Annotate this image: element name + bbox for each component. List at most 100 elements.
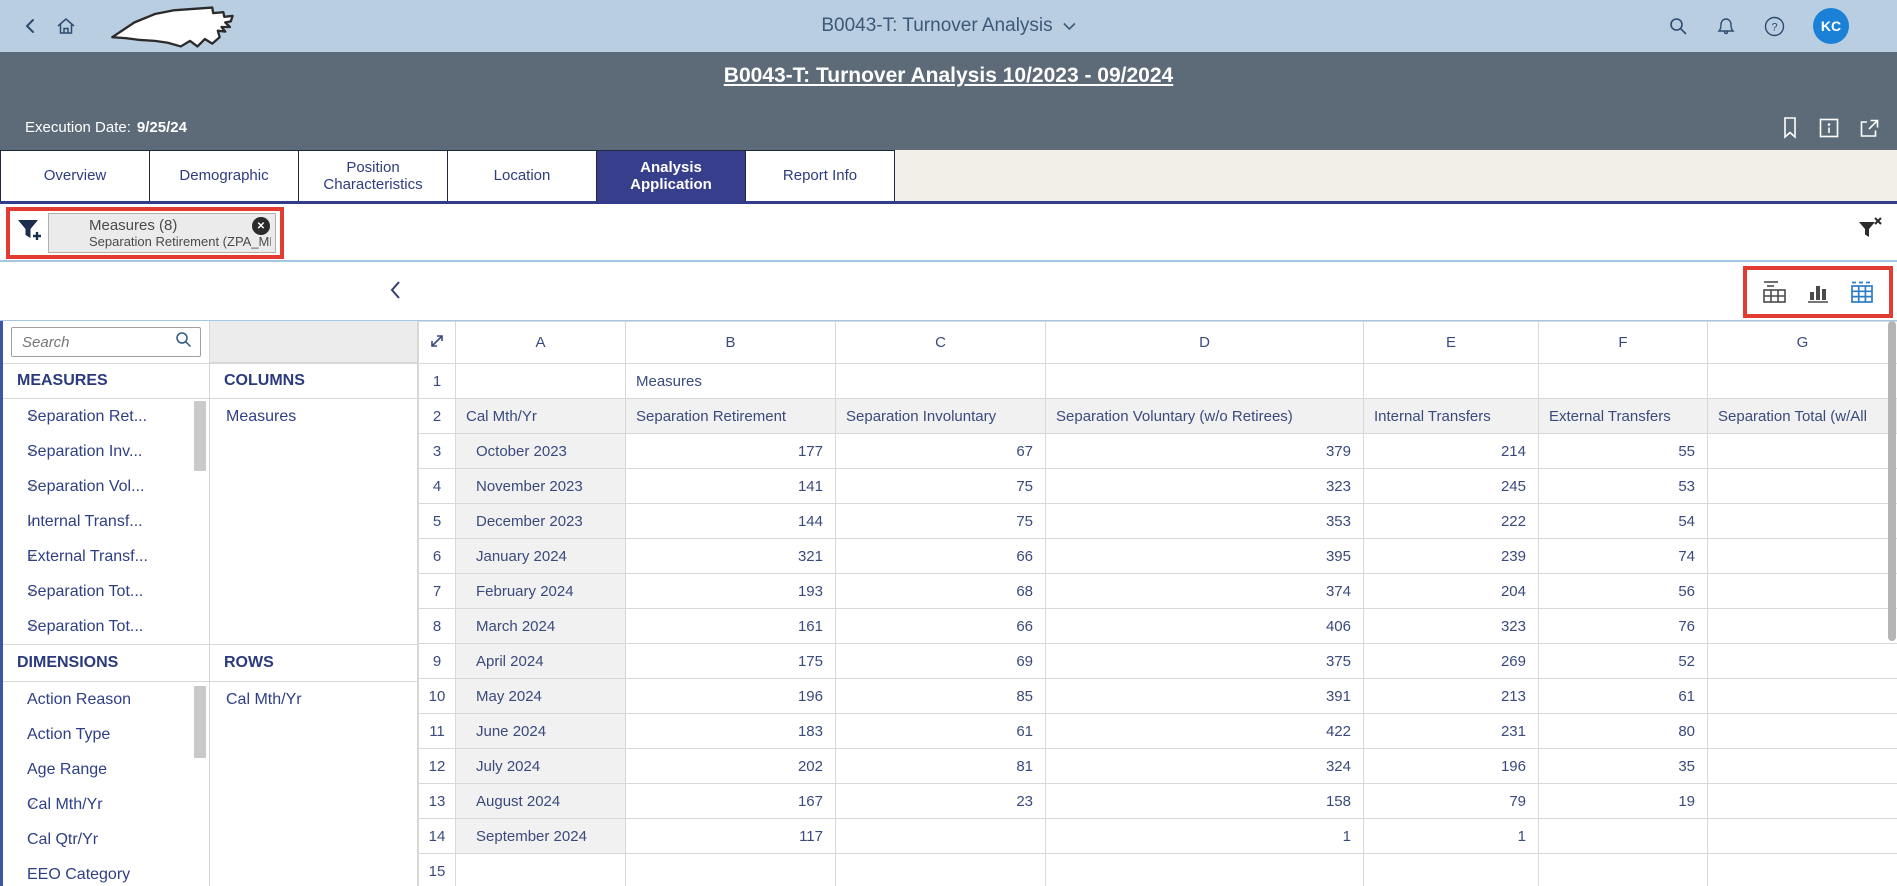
row-number[interactable]: 10 bbox=[419, 679, 456, 714]
tab-demographic[interactable]: Demographic bbox=[149, 150, 299, 201]
table-cell[interactable] bbox=[1046, 364, 1364, 399]
row-number[interactable]: 5 bbox=[419, 504, 456, 539]
row-number[interactable]: 15 bbox=[419, 854, 456, 886]
row-number[interactable]: 2 bbox=[419, 399, 456, 434]
row-number[interactable]: 3 bbox=[419, 434, 456, 469]
value-cell[interactable]: 75 bbox=[836, 504, 1046, 539]
month-cell[interactable]: July 2024 bbox=[456, 749, 626, 784]
measures-filter-chip[interactable]: Measures (8) ✕ Separation Retirement (ZP… bbox=[48, 213, 276, 253]
value-cell[interactable] bbox=[1708, 539, 1897, 574]
value-cell[interactable] bbox=[836, 854, 1046, 886]
measures-scrollbar[interactable] bbox=[194, 401, 206, 471]
month-cell[interactable]: December 2023 bbox=[456, 504, 626, 539]
value-cell[interactable] bbox=[1708, 679, 1897, 714]
value-cell[interactable] bbox=[1364, 854, 1539, 886]
value-cell[interactable]: 19 bbox=[1539, 784, 1708, 819]
value-cell[interactable]: 239 bbox=[1364, 539, 1539, 574]
dimension-item[interactable]: ✓Cal Mth/Yr bbox=[3, 787, 209, 822]
value-cell[interactable]: 374 bbox=[1046, 574, 1364, 609]
value-cell[interactable] bbox=[1046, 854, 1364, 886]
tab-overview[interactable]: Overview bbox=[0, 150, 150, 201]
table-cell[interactable] bbox=[836, 364, 1046, 399]
measure-header-cell[interactable]: Separation Total (w/All bbox=[1708, 399, 1897, 434]
value-cell[interactable]: 231 bbox=[1364, 714, 1539, 749]
table-cell[interactable] bbox=[1539, 364, 1708, 399]
column-header-d[interactable]: D bbox=[1046, 322, 1364, 364]
value-cell[interactable]: 79 bbox=[1364, 784, 1539, 819]
grid-scrollbar-thumb[interactable] bbox=[1888, 321, 1896, 641]
measures-title-cell[interactable]: Measures bbox=[626, 364, 836, 399]
value-cell[interactable] bbox=[1539, 819, 1708, 854]
dimension-item[interactable]: Age Range bbox=[3, 752, 209, 787]
measure-header-cell[interactable]: External Transfers bbox=[1539, 399, 1708, 434]
columns-axis-item[interactable]: Measures bbox=[210, 399, 417, 434]
clear-filters-icon[interactable] bbox=[1857, 216, 1883, 245]
value-cell[interactable]: 214 bbox=[1364, 434, 1539, 469]
search-icon[interactable] bbox=[1668, 16, 1688, 36]
tab-report-info[interactable]: Report Info bbox=[745, 150, 895, 201]
value-cell[interactable]: 54 bbox=[1539, 504, 1708, 539]
month-cell[interactable]: October 2023 bbox=[456, 434, 626, 469]
value-cell[interactable]: 161 bbox=[626, 609, 836, 644]
value-cell[interactable]: 74 bbox=[1539, 539, 1708, 574]
month-cell[interactable]: September 2024 bbox=[456, 819, 626, 854]
value-cell[interactable] bbox=[1708, 714, 1897, 749]
value-cell[interactable]: 204 bbox=[1364, 574, 1539, 609]
info-icon[interactable] bbox=[1818, 116, 1840, 140]
value-cell[interactable] bbox=[1708, 609, 1897, 644]
value-cell[interactable] bbox=[1708, 644, 1897, 679]
row-number[interactable]: 7 bbox=[419, 574, 456, 609]
value-cell[interactable]: 193 bbox=[626, 574, 836, 609]
value-cell[interactable]: 158 bbox=[1046, 784, 1364, 819]
value-cell[interactable]: 61 bbox=[836, 714, 1046, 749]
table-cell[interactable] bbox=[456, 364, 626, 399]
column-header-c[interactable]: C bbox=[836, 322, 1046, 364]
month-cell[interactable]: May 2024 bbox=[456, 679, 626, 714]
row-number[interactable]: 6 bbox=[419, 539, 456, 574]
row-number[interactable]: 12 bbox=[419, 749, 456, 784]
value-cell[interactable]: 66 bbox=[836, 539, 1046, 574]
dimensions-scrollbar[interactable] bbox=[194, 686, 206, 758]
value-cell[interactable]: 202 bbox=[626, 749, 836, 784]
value-cell[interactable]: 35 bbox=[1539, 749, 1708, 784]
search-input[interactable] bbox=[12, 334, 175, 351]
column-header-f[interactable]: F bbox=[1539, 322, 1708, 364]
app-title-dropdown[interactable]: B0043-T: Turnover Analysis bbox=[821, 15, 1075, 37]
value-cell[interactable]: 85 bbox=[836, 679, 1046, 714]
value-cell[interactable]: 75 bbox=[836, 469, 1046, 504]
value-cell[interactable]: 196 bbox=[626, 679, 836, 714]
row-dimension-header[interactable]: Cal Mth/Yr bbox=[456, 399, 626, 434]
value-cell[interactable]: 167 bbox=[626, 784, 836, 819]
value-cell[interactable]: 222 bbox=[1364, 504, 1539, 539]
dimension-item[interactable]: Action Reason bbox=[3, 682, 209, 717]
month-cell[interactable]: April 2024 bbox=[456, 644, 626, 679]
notifications-icon[interactable] bbox=[1716, 16, 1736, 36]
value-cell[interactable]: 23 bbox=[836, 784, 1046, 819]
outline-table-view-icon[interactable] bbox=[1759, 276, 1791, 308]
value-cell[interactable]: 175 bbox=[626, 644, 836, 679]
row-number[interactable]: 11 bbox=[419, 714, 456, 749]
value-cell[interactable] bbox=[626, 854, 836, 886]
value-cell[interactable]: 1 bbox=[1046, 819, 1364, 854]
measure-item[interactable]: ✓Separation Tot... bbox=[3, 609, 209, 644]
value-cell[interactable] bbox=[1708, 504, 1897, 539]
table-cell[interactable] bbox=[1708, 364, 1897, 399]
measure-item[interactable]: ✓External Transf... bbox=[3, 539, 209, 574]
swap-axes-corner-icon[interactable] bbox=[419, 322, 456, 364]
measure-header-cell[interactable]: Separation Involuntary bbox=[836, 399, 1046, 434]
value-cell[interactable]: 67 bbox=[836, 434, 1046, 469]
month-cell[interactable]: February 2024 bbox=[456, 574, 626, 609]
value-cell[interactable]: 1 bbox=[1364, 819, 1539, 854]
column-header-g[interactable]: G bbox=[1708, 322, 1897, 364]
value-cell[interactable]: 196 bbox=[1364, 749, 1539, 784]
measure-header-cell[interactable]: Internal Transfers bbox=[1364, 399, 1539, 434]
column-header-a[interactable]: A bbox=[456, 322, 626, 364]
measure-header-cell[interactable]: Separation Voluntary (w/o Retirees) bbox=[1046, 399, 1364, 434]
row-number[interactable]: 14 bbox=[419, 819, 456, 854]
value-cell[interactable] bbox=[1708, 819, 1897, 854]
month-cell[interactable] bbox=[456, 854, 626, 886]
value-cell[interactable]: 183 bbox=[626, 714, 836, 749]
column-header-b[interactable]: B bbox=[626, 322, 836, 364]
month-cell[interactable]: March 2024 bbox=[456, 609, 626, 644]
row-number[interactable]: 1 bbox=[419, 364, 456, 399]
